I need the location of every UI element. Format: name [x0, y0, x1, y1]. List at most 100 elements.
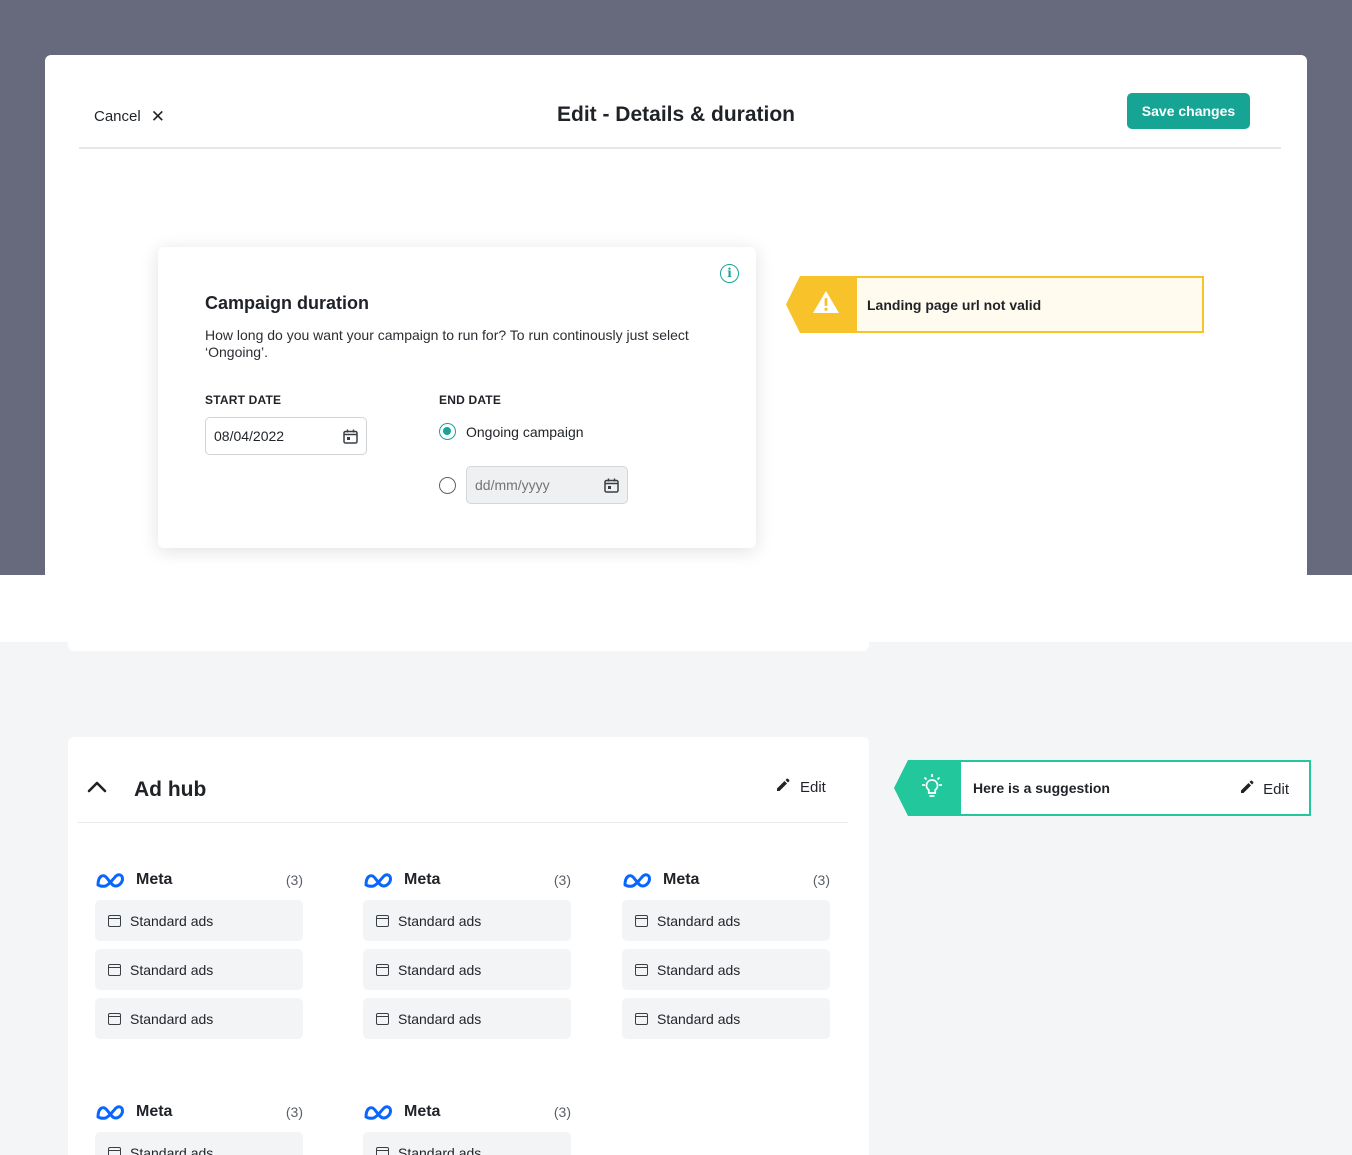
meta-group-header: Meta (3) [363, 1100, 571, 1124]
standard-ads-item[interactable]: Standard ads [95, 1132, 303, 1155]
header-divider [79, 147, 1281, 149]
ad-hub-title: Ad hub [134, 778, 207, 801]
warning-banner: Landing page url not valid [786, 276, 1204, 333]
campaign-duration-card: i Campaign duration How long do you want… [158, 247, 756, 548]
ad-format-icon [108, 1146, 121, 1155]
standard-ads-item[interactable]: Standard ads [95, 949, 303, 990]
meta-group-count: (3) [285, 872, 303, 888]
standard-ads-item[interactable]: Standard ads [622, 949, 830, 990]
meta-group-name: Meta [404, 871, 441, 888]
meta-group-name: Meta [404, 1103, 441, 1120]
ad-item-label: Standard ads [130, 912, 214, 929]
ad-item-label: Standard ads [398, 912, 482, 929]
ad-hub-card: Ad hub Edit Meta (3) Standard ads Standa… [68, 737, 869, 1155]
ad-format-icon [108, 1012, 121, 1025]
ad-format-icon [108, 914, 121, 927]
end-date-option[interactable] [439, 477, 456, 494]
standard-ads-item[interactable]: Standard ads [363, 949, 571, 990]
ad-format-icon [108, 963, 121, 976]
card-title: Campaign duration [205, 293, 370, 313]
meta-group-name: Meta [136, 871, 173, 888]
end-date-input[interactable] [475, 477, 585, 493]
meta-group-name: Meta [136, 1103, 173, 1120]
suggestion-banner: Here is a suggestion Edit [894, 760, 1311, 816]
end-date-field[interactable] [466, 466, 628, 504]
meta-group-count: (3) [812, 872, 830, 888]
ad-item-label: Standard ads [398, 1010, 482, 1027]
ongoing-label: Ongoing campaign [466, 423, 584, 440]
suggestion-edit-button[interactable]: Edit [1239, 779, 1289, 799]
end-date-radio[interactable] [439, 477, 456, 494]
ad-format-icon [635, 1012, 648, 1025]
ad-item-label: Standard ads [657, 1010, 741, 1027]
meta-group-header: Meta (3) [622, 868, 830, 892]
standard-ads-item[interactable]: Standard ads [363, 1132, 571, 1155]
pencil-icon [775, 777, 791, 797]
ad-format-icon [376, 1012, 389, 1025]
standard-ads-item[interactable]: Standard ads [363, 900, 571, 941]
meta-group-name: Meta [663, 871, 700, 888]
start-date-input[interactable] [214, 428, 324, 444]
info-icon[interactable]: i [720, 264, 739, 283]
suggestion-tag [894, 760, 961, 816]
meta-logo-icon [95, 871, 126, 890]
meta-group-header: Meta (3) [95, 868, 303, 892]
end-date-label: END DATE [439, 393, 502, 407]
calendar-icon[interactable] [604, 478, 619, 493]
meta-group: Meta (3) Standard ads Standard ads Stand… [363, 868, 571, 1039]
standard-ads-item[interactable]: Standard ads [622, 900, 830, 941]
page-title: Edit - Details & duration [556, 103, 795, 126]
card-strip [68, 575, 869, 651]
ad-format-icon [376, 963, 389, 976]
ad-item-label: Standard ads [398, 961, 482, 978]
ongoing-radio[interactable] [439, 423, 456, 440]
start-date-label: START DATE [205, 393, 282, 407]
pencil-icon [1239, 779, 1255, 799]
meta-logo-icon [622, 871, 653, 890]
ad-item-label: Standard ads [130, 1144, 214, 1155]
ad-item-label: Standard ads [130, 961, 214, 978]
meta-group: Meta (3) Standard ads Standard ads Stand… [622, 868, 830, 1039]
ongoing-option[interactable]: Ongoing campaign [439, 423, 584, 440]
meta-group-count: (3) [553, 872, 571, 888]
warning-icon [812, 290, 840, 319]
modal-overlay: Cancel ✕ Edit - Details & duration Save … [0, 0, 1352, 575]
ad-item-label: Standard ads [130, 1010, 214, 1027]
ad-hub-header: Ad hub Edit [68, 737, 869, 823]
ad-format-icon [635, 963, 648, 976]
ad-hub-edit-button[interactable]: Edit [775, 777, 826, 797]
standard-ads-item[interactable]: Standard ads [363, 998, 571, 1039]
chevron-up-icon[interactable] [87, 780, 107, 793]
suggestion-message: Here is a suggestion [973, 780, 1110, 796]
standard-ads-item[interactable]: Standard ads [95, 998, 303, 1039]
suggestion-edit-label: Edit [1263, 780, 1289, 798]
calendar-icon[interactable] [343, 429, 358, 444]
ad-format-icon [376, 1146, 389, 1155]
warning-message: Landing page url not valid [857, 276, 1204, 333]
standard-ads-item[interactable]: Standard ads [95, 900, 303, 941]
card-description: How long do you want your campaign to ru… [205, 327, 689, 360]
modal-header: Cancel ✕ Edit - Details & duration Save … [45, 55, 1307, 151]
warning-tag [786, 276, 857, 333]
meta-group-count: (3) [553, 1104, 571, 1120]
standard-ads-item[interactable]: Standard ads [622, 998, 830, 1039]
meta-group: Meta (3) Standard ads Standard ads Stand… [95, 868, 303, 1039]
meta-logo-icon [363, 871, 394, 890]
meta-group: Meta (3) Standard ads [363, 1100, 571, 1155]
ad-item-label: Standard ads [657, 961, 741, 978]
meta-group: Meta (3) Standard ads [95, 1100, 303, 1155]
ad-format-icon [635, 914, 648, 927]
lightbulb-icon [918, 772, 946, 805]
ad-item-label: Standard ads [657, 912, 741, 929]
meta-group-header: Meta (3) [95, 1100, 303, 1124]
suggestion-body: Here is a suggestion Edit [961, 760, 1311, 816]
ad-hub-edit-label: Edit [800, 778, 826, 796]
start-date-field[interactable] [205, 417, 367, 455]
meta-logo-icon [363, 1103, 394, 1122]
meta-group-count: (3) [285, 1104, 303, 1120]
meta-group-header: Meta (3) [363, 868, 571, 892]
ad-hub-divider [78, 822, 848, 823]
save-changes-button[interactable]: Save changes [1127, 93, 1250, 129]
ad-format-icon [376, 914, 389, 927]
ad-item-label: Standard ads [398, 1144, 482, 1155]
